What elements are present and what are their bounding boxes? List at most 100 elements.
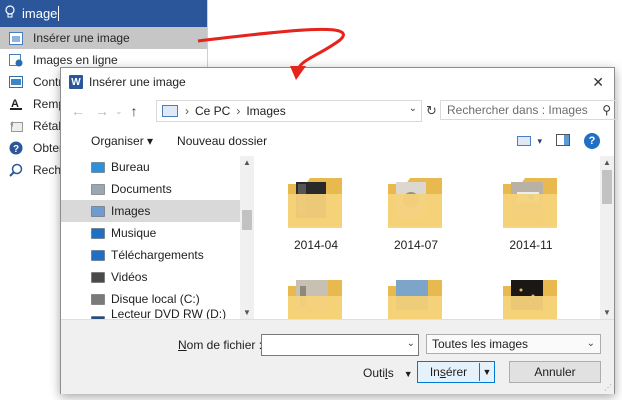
tell-me-item-label: Images en ligne bbox=[33, 53, 118, 67]
cancel-button[interactable]: Annuler bbox=[509, 361, 601, 383]
folder-item[interactable] bbox=[276, 276, 356, 319]
search-input[interactable]: Rechercher dans : Images ⚲ bbox=[440, 100, 618, 120]
file-type-value: Toutes les images bbox=[432, 337, 529, 351]
documents-icon bbox=[91, 183, 105, 196]
folder-icon bbox=[386, 276, 446, 319]
filename-label: Nom de fichier : bbox=[178, 338, 263, 352]
scroll-up-icon[interactable]: ▲ bbox=[603, 158, 611, 167]
refresh-icon[interactable]: ↻ bbox=[426, 103, 437, 119]
file-list-scrollbar[interactable]: ▲ ▼ bbox=[600, 156, 614, 319]
file-type-select[interactable]: Toutes les images ⌄ bbox=[426, 334, 601, 354]
folder-icon bbox=[501, 174, 561, 230]
forward-arrow-icon[interactable]: → bbox=[95, 103, 109, 119]
folder-item[interactable]: 2014-04 bbox=[276, 174, 356, 252]
breadcrumb-separator-icon: › bbox=[236, 104, 241, 118]
smart-lookup-icon bbox=[8, 163, 24, 177]
nav-item[interactable]: Images bbox=[61, 200, 254, 222]
chevron-down-icon[interactable]: ⌄ bbox=[409, 103, 417, 114]
word-app-icon: W bbox=[69, 75, 83, 89]
nav-item-label: Bureau bbox=[111, 160, 150, 174]
nav-item[interactable]: Vidéos bbox=[61, 266, 254, 288]
new-folder-button[interactable]: Nouveau dossier bbox=[177, 134, 267, 148]
folder-icon bbox=[386, 174, 446, 230]
nav-item-label: Lecteur DVD RW (D:) Blueb bbox=[111, 307, 227, 319]
videos-icon bbox=[91, 271, 105, 284]
recent-locations-chevron-icon[interactable]: ⌄ bbox=[115, 106, 123, 117]
dialog-body: Bureau Documents Images Musique Téléchargeme… bbox=[61, 156, 614, 319]
pictures-icon bbox=[91, 205, 105, 218]
nav-item[interactable]: Musique bbox=[61, 222, 254, 244]
breadcrumb-separator-icon: › bbox=[185, 104, 189, 118]
local-disk-icon bbox=[91, 293, 105, 306]
downloads-icon bbox=[91, 249, 105, 262]
navigation-scrollbar[interactable]: ▲ ▼ bbox=[240, 156, 254, 319]
tell-me-search-box[interactable]: image bbox=[0, 0, 207, 27]
dialog-titlebar: W Insérer une image ✕ bbox=[61, 68, 614, 96]
help-icon[interactable]: ? bbox=[584, 133, 600, 149]
search-placeholder: Rechercher dans : Images bbox=[447, 103, 588, 117]
search-icon[interactable]: ⚲ bbox=[602, 103, 611, 117]
filename-input[interactable]: ⌄ bbox=[261, 334, 419, 356]
folder-item[interactable] bbox=[376, 276, 456, 319]
back-arrow-icon[interactable]: ← bbox=[71, 103, 85, 119]
scroll-down-icon[interactable]: ▼ bbox=[243, 308, 251, 317]
scroll-thumb[interactable] bbox=[242, 210, 252, 230]
scroll-down-icon[interactable]: ▼ bbox=[603, 308, 611, 317]
font-color-icon: A bbox=[8, 97, 24, 111]
nav-item-label: Disque local (C:) bbox=[111, 292, 200, 306]
scroll-up-icon[interactable]: ▲ bbox=[243, 158, 251, 167]
tools-menu-button[interactable]: Outils ▼ bbox=[363, 366, 413, 380]
close-icon[interactable]: ✕ bbox=[592, 74, 604, 91]
nav-item[interactable]: Lecteur DVD RW (D:) Blueb bbox=[61, 307, 254, 319]
desktop-icon bbox=[91, 161, 105, 174]
insert-button-label: Insérer bbox=[429, 365, 468, 379]
nav-item[interactable]: Documents bbox=[61, 178, 254, 200]
tell-me-search-value[interactable]: image bbox=[22, 6, 60, 21]
breadcrumb-images[interactable]: Images bbox=[246, 104, 285, 118]
folder-item[interactable] bbox=[491, 276, 571, 319]
nav-item-label: Téléchargements bbox=[111, 248, 204, 262]
scroll-thumb[interactable] bbox=[602, 170, 612, 204]
command-bar: Organiser ▾ Nouveau dossier ▾ ? bbox=[61, 126, 614, 156]
address-row: ← → ⌄ ↑ › Ce PC › Images ⌄ ↻ Rechercher … bbox=[61, 96, 618, 126]
folder-name: 2014-07 bbox=[393, 238, 439, 252]
view-options-icon[interactable]: ▾ bbox=[517, 136, 542, 147]
resize-grip-icon[interactable]: ⋰ bbox=[604, 383, 612, 392]
navigation-pane: Bureau Documents Images Musique Téléchargeme… bbox=[61, 156, 254, 319]
folder-name: 2014-04 bbox=[293, 238, 339, 252]
tell-me-item[interactable]: Insérer une image bbox=[0, 27, 207, 49]
lightbulb-icon bbox=[4, 5, 18, 22]
nav-item[interactable]: Bureau bbox=[61, 156, 254, 178]
chevron-down-icon[interactable]: ⌄ bbox=[407, 338, 415, 349]
nav-item-label: Documents bbox=[111, 182, 172, 196]
nav-item-label: Images bbox=[111, 204, 151, 218]
tell-me-item-label: Contr bbox=[33, 75, 63, 89]
svg-text:?: ? bbox=[13, 144, 19, 155]
folder-icon bbox=[501, 276, 561, 319]
contrast-icon bbox=[8, 75, 24, 89]
address-bar[interactable]: › Ce PC › Images ⌄ bbox=[156, 100, 422, 122]
nav-item-label: Vidéos bbox=[111, 270, 148, 284]
tell-me-item-label: Obter bbox=[33, 141, 64, 155]
folder-item[interactable]: 2014-07 bbox=[376, 174, 456, 252]
nav-item[interactable]: Téléchargements bbox=[61, 244, 254, 266]
help-icon: ? bbox=[8, 141, 24, 155]
file-list-pane: 2014-04 2014-07 2014-11 bbox=[256, 156, 600, 319]
dialog-title: Insérer une image bbox=[89, 75, 186, 89]
up-arrow-icon[interactable]: ↑ bbox=[131, 103, 138, 119]
computer-icon bbox=[162, 105, 178, 117]
online-pictures-icon bbox=[8, 53, 24, 67]
insert-options-dropdown-icon[interactable]: ▼ bbox=[479, 363, 494, 381]
dialog-footer: Nom de fichier : ⌄ Toutes les images ⌄ O… bbox=[61, 319, 614, 394]
reset-picture-icon bbox=[8, 119, 24, 133]
insert-button[interactable]: Insérer ▼ bbox=[417, 361, 495, 383]
organize-menu-button[interactable]: Organiser ▾ bbox=[91, 134, 153, 148]
folder-icon bbox=[286, 276, 346, 319]
tell-me-item-label: Insérer une image bbox=[33, 31, 130, 45]
breadcrumb-this-pc[interactable]: Ce PC bbox=[195, 104, 230, 118]
preview-pane-icon[interactable] bbox=[556, 133, 570, 149]
folder-item[interactable]: 2014-11 bbox=[491, 174, 571, 252]
folder-icon bbox=[286, 174, 346, 230]
insert-picture-dialog: W Insérer une image ✕ ← → ⌄ ↑ › Ce PC › … bbox=[60, 67, 618, 394]
folder-name: 2014-11 bbox=[509, 238, 553, 252]
